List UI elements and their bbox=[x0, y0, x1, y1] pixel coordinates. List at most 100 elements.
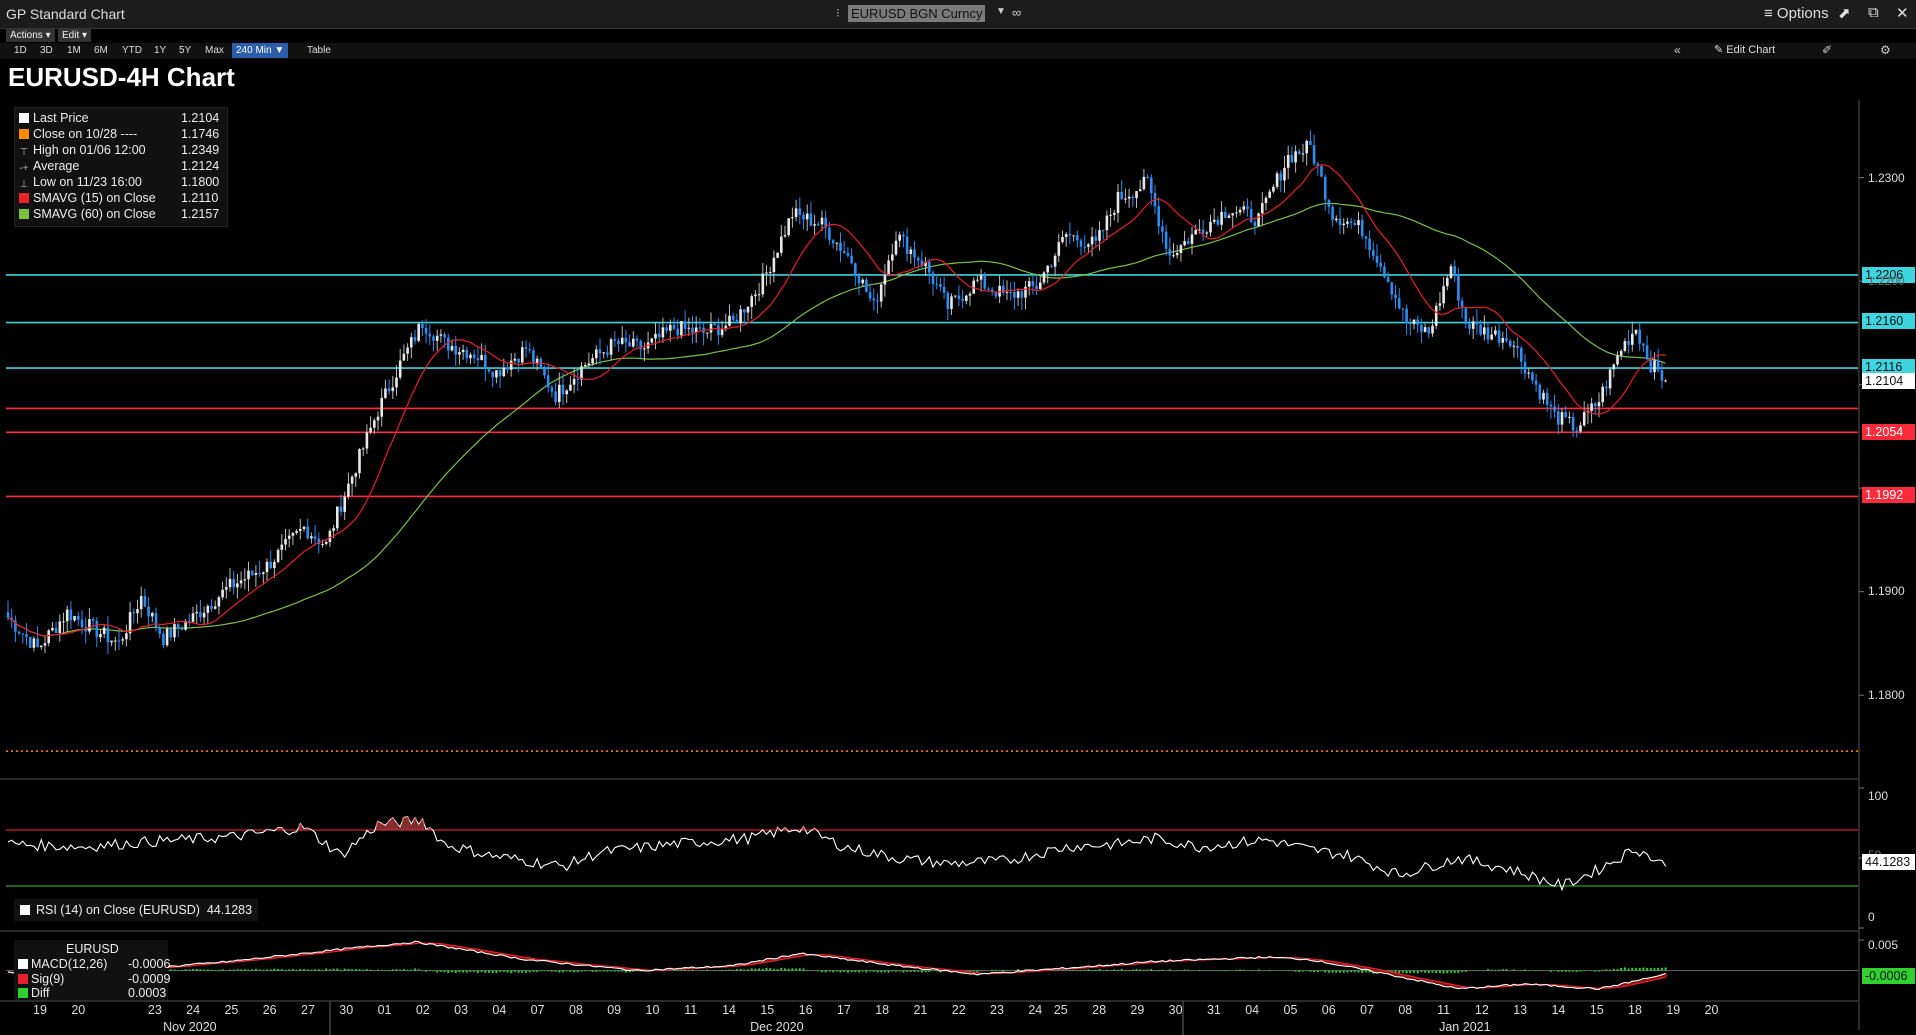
pencil-icon[interactable]: ✐ bbox=[1822, 43, 1832, 58]
close-icon[interactable]: ✕ bbox=[1896, 4, 1909, 22]
price-chart[interactable] bbox=[0, 0, 1916, 1035]
edit-menu[interactable]: Edit ▾ bbox=[58, 29, 92, 42]
candle-body bbox=[609, 339, 613, 355]
candle-body bbox=[1068, 234, 1072, 236]
options-button[interactable]: ≡ Options bbox=[1764, 5, 1829, 22]
options-label: Options bbox=[1776, 5, 1829, 22]
candle-body bbox=[946, 292, 950, 309]
candle-body bbox=[1357, 220, 1360, 226]
collapse-icon[interactable]: « bbox=[1674, 43, 1681, 58]
candle-body bbox=[147, 606, 150, 617]
candle-body bbox=[1656, 360, 1660, 371]
candle-body bbox=[1272, 186, 1275, 192]
candle-body bbox=[928, 261, 931, 273]
candle-body bbox=[143, 596, 147, 607]
candle-body bbox=[835, 242, 839, 244]
legend-marker: ⊤ bbox=[19, 147, 29, 158]
range-3d[interactable]: 3D bbox=[40, 43, 53, 58]
range-1m[interactable]: 1M bbox=[67, 43, 81, 58]
candle-body bbox=[1346, 221, 1349, 224]
candle-body bbox=[1113, 212, 1116, 215]
range-5y[interactable]: 5Y bbox=[179, 43, 191, 58]
candle-body bbox=[1390, 282, 1394, 295]
candle-body bbox=[1645, 345, 1649, 360]
candle-body bbox=[950, 296, 953, 309]
popout-icon[interactable]: ⬈ bbox=[1838, 4, 1851, 22]
candle-body bbox=[828, 227, 831, 241]
candle-body bbox=[1353, 223, 1357, 226]
legend-label: MACD(12,26) bbox=[31, 957, 108, 971]
candle-body bbox=[783, 235, 787, 237]
candle-body bbox=[1642, 343, 1645, 346]
gear-icon[interactable]: ⚙ bbox=[1880, 43, 1891, 58]
candle-body bbox=[720, 328, 724, 336]
candle-body bbox=[1512, 345, 1516, 347]
candle-body bbox=[1601, 386, 1604, 403]
x-tick-label: 14 bbox=[1551, 1003, 1566, 1017]
candle-body bbox=[1431, 325, 1434, 334]
candle-body bbox=[1050, 265, 1053, 267]
candle-body bbox=[1027, 281, 1031, 287]
candle-body bbox=[661, 327, 665, 338]
candle-body bbox=[694, 327, 698, 333]
candle-body bbox=[613, 339, 617, 341]
candle-body bbox=[1379, 262, 1382, 267]
range-1y[interactable]: 1Y bbox=[154, 43, 166, 58]
candle-body bbox=[990, 289, 994, 292]
candle-body bbox=[413, 337, 417, 341]
candle-body bbox=[173, 624, 176, 638]
legend-sma60: SMAVG (60) on Close 1.2157 bbox=[19, 206, 219, 222]
candle-body bbox=[1397, 298, 1401, 309]
candle-body bbox=[180, 628, 184, 630]
table-button[interactable]: Table bbox=[307, 43, 331, 58]
rsi-legend: RSI (14) on Close (EURUSD) 44.1283 bbox=[14, 899, 259, 921]
macd-legend: EURUSD MACD(12,26) -0.0006 Sig(9) -0.000… bbox=[14, 940, 170, 1000]
candle-body bbox=[776, 252, 779, 258]
candle-body bbox=[1224, 211, 1227, 218]
candle-body bbox=[498, 370, 502, 377]
range-max[interactable]: Max bbox=[205, 43, 224, 58]
rsi-swatch bbox=[20, 905, 30, 915]
candle-body bbox=[1305, 140, 1308, 154]
candle-body bbox=[17, 631, 21, 634]
candle-body bbox=[269, 561, 272, 569]
candle-body bbox=[176, 624, 180, 629]
candle-body bbox=[461, 349, 465, 353]
candle-body bbox=[1608, 369, 1612, 389]
edit-chart-button[interactable]: ✎ Edit Chart bbox=[1714, 43, 1775, 58]
rsi-tick-label: 100 bbox=[1868, 789, 1889, 803]
candle-body bbox=[358, 448, 361, 474]
candle-body bbox=[1523, 361, 1527, 374]
candle-body bbox=[287, 535, 291, 539]
candle-body bbox=[1571, 416, 1575, 431]
candle-body bbox=[1564, 412, 1567, 417]
y-tick-label: 1.1900 bbox=[1868, 584, 1905, 598]
candle-body bbox=[857, 276, 861, 284]
legend-swatch bbox=[19, 129, 29, 139]
candle-body bbox=[1072, 235, 1075, 237]
candle-body bbox=[1427, 327, 1431, 334]
link-icon[interactable]: ∞ bbox=[1012, 5, 1021, 20]
ticker-dropdown-icon[interactable]: ▼ bbox=[996, 6, 1006, 17]
range-1d[interactable]: 1D bbox=[14, 43, 27, 58]
candle-body bbox=[765, 272, 768, 274]
candle-body bbox=[432, 336, 435, 341]
interval-selector[interactable]: 240 Min ▼ bbox=[232, 43, 289, 58]
candle-body bbox=[739, 309, 742, 324]
candle-body bbox=[1327, 199, 1331, 207]
candle-body bbox=[313, 536, 317, 539]
range-6m[interactable]: 6M bbox=[94, 43, 108, 58]
candle-body bbox=[1360, 220, 1364, 237]
restore-icon[interactable]: ⧉ bbox=[1868, 4, 1879, 21]
candle-body bbox=[102, 627, 106, 635]
actions-menu[interactable]: Actions ▾ bbox=[6, 29, 55, 42]
candle-body bbox=[236, 583, 239, 588]
range-ytd[interactable]: YTD bbox=[122, 43, 142, 58]
candle-body bbox=[576, 378, 580, 380]
candle-body bbox=[1383, 266, 1386, 278]
candle-body bbox=[1002, 285, 1005, 293]
candle-body bbox=[591, 358, 594, 364]
ticker-field[interactable]: EURUSD BGN Curncy bbox=[848, 5, 986, 22]
candle-body bbox=[787, 218, 790, 236]
candle-body bbox=[1131, 196, 1135, 199]
